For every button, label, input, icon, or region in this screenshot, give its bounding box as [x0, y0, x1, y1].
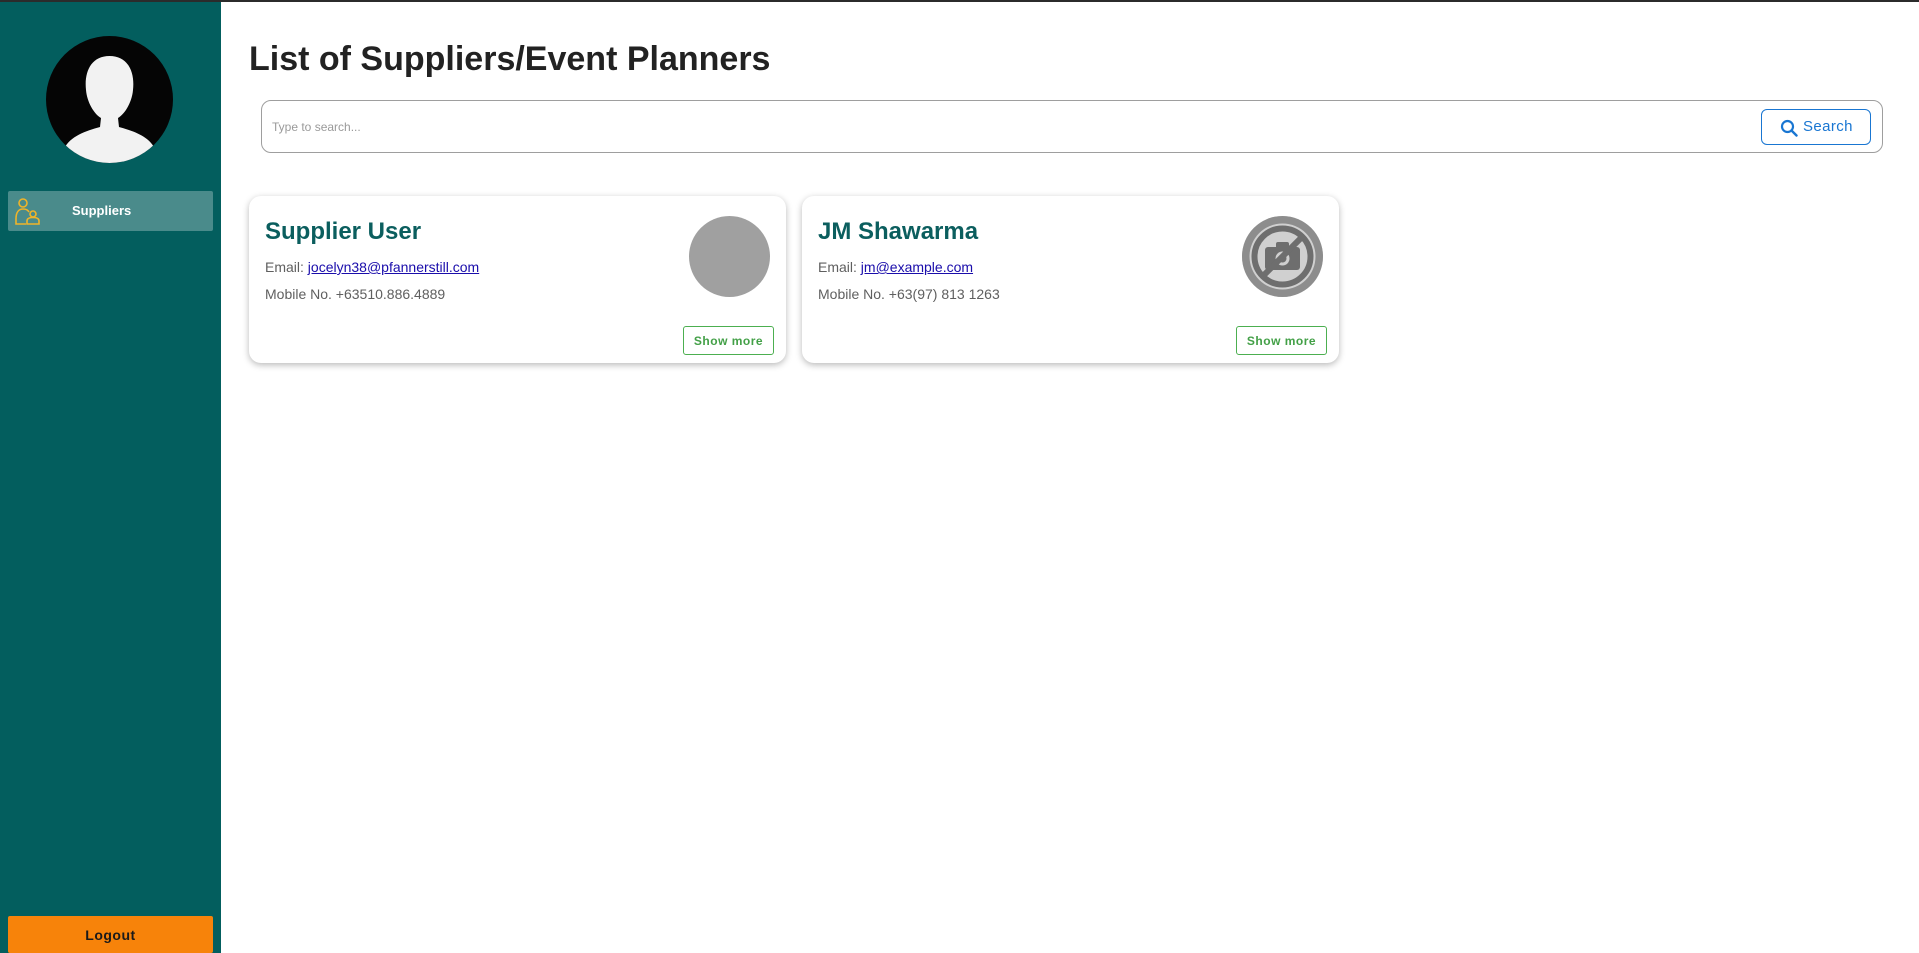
- supplier-email-row: Email: jocelyn38@pfannerstill.com: [265, 259, 479, 275]
- search-button[interactable]: Search: [1761, 109, 1871, 145]
- supplier-name: Supplier User: [265, 218, 422, 245]
- supplier-name: JM Shawarma: [818, 218, 979, 245]
- show-more-button[interactable]: Show more: [683, 326, 774, 355]
- search-icon: [1780, 119, 1798, 137]
- supplier-card: Supplier User Email: jocelyn38@pfannerst…: [249, 196, 786, 363]
- logout-button[interactable]: Logout: [8, 916, 213, 953]
- no-photo-icon: [1242, 216, 1323, 297]
- supplier-mobile: Mobile No. +63510.886.4889: [265, 286, 446, 302]
- supplier-email-link[interactable]: jm@example.com: [861, 259, 973, 275]
- search-button-label: Search: [1803, 118, 1853, 135]
- main-content: List of Suppliers/Event Planners Search …: [221, 2, 1919, 953]
- person-silhouette-icon: [60, 56, 159, 163]
- supplier-mobile: Mobile No. +63(97) 813 1263: [818, 286, 1000, 302]
- email-label: Email:: [265, 259, 304, 275]
- sidebar-item-suppliers[interactable]: Suppliers: [8, 191, 213, 231]
- search-input[interactable]: [272, 113, 1652, 141]
- sidebar: Suppliers Logout: [0, 2, 221, 953]
- supplier-card: JM Shawarma Email: jm@example.com Mobile…: [802, 196, 1339, 363]
- search-bar: Search: [261, 100, 1883, 153]
- email-label: Email:: [818, 259, 857, 275]
- supplier-photo-placeholder: [689, 216, 770, 297]
- sidebar-item-label: Suppliers: [72, 203, 132, 218]
- supplier-email-link[interactable]: jocelyn38@pfannerstill.com: [308, 259, 479, 275]
- page-title: List of Suppliers/Event Planners: [249, 40, 771, 78]
- user-avatar: [46, 36, 173, 163]
- show-more-button[interactable]: Show more: [1236, 326, 1327, 355]
- suppliers-icon: [14, 197, 44, 225]
- supplier-email-row: Email: jm@example.com: [818, 259, 973, 275]
